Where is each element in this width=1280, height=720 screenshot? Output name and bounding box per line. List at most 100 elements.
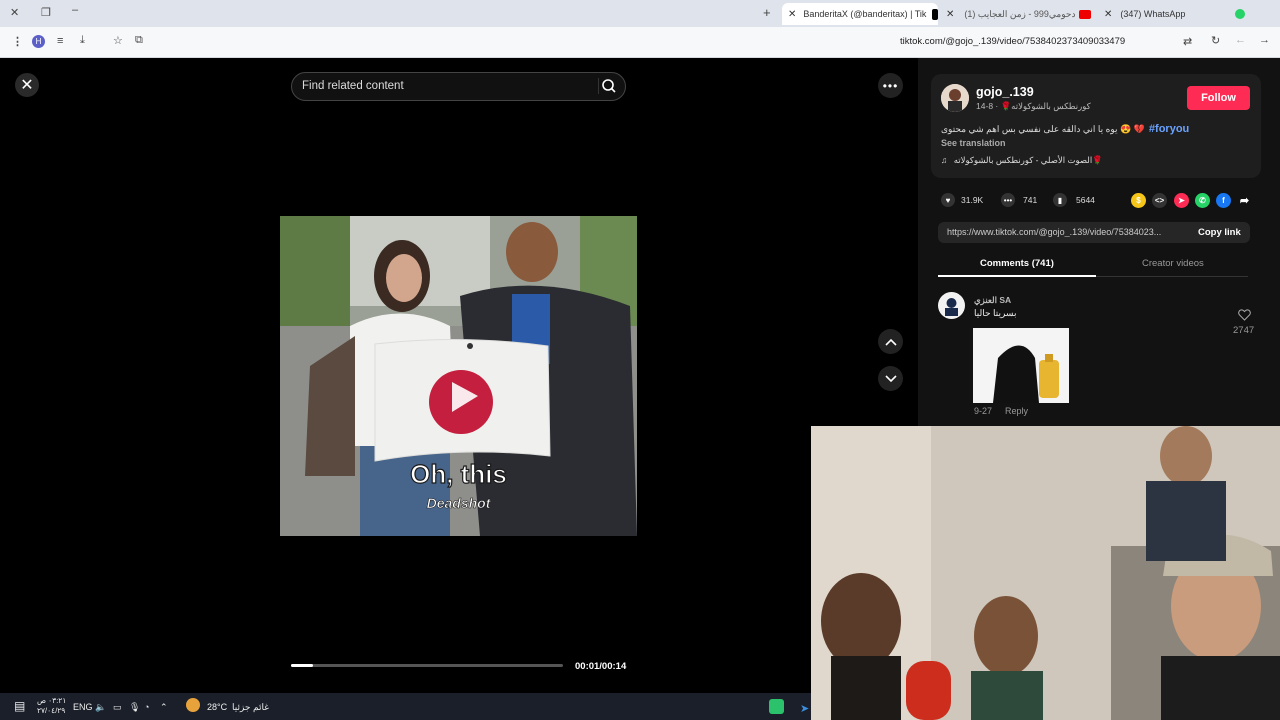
comment-author[interactable]: العنزي SA <box>974 295 1011 306</box>
profile-avatar-icon[interactable]: H <box>32 35 45 48</box>
follow-button[interactable]: Follow <box>1187 86 1250 110</box>
comment-text: بسريتا حاليا <box>974 308 1017 318</box>
search-placeholder: Find related content <box>302 80 404 92</box>
clock-date: ٢٧/٠٤/٢٩ <box>37 706 66 715</box>
download-icon[interactable]: ⤓ <box>80 34 85 47</box>
music-info[interactable]: ♫ الصوت الأصلي - كورنطكس بالشوكولاته🌹 <box>941 155 1103 166</box>
telegram-icon[interactable]: ➤ <box>800 702 809 715</box>
tab-creator-videos[interactable]: Creator videos <box>1142 258 1204 269</box>
close-video-button[interactable]: ✕ <box>15 73 39 97</box>
url-text[interactable]: tiktok.com/@gojo_.139/video/753840237340… <box>900 36 1125 47</box>
video-progress-fill <box>291 664 313 667</box>
description-text: يوه يا اني دالقه على نفسي بس اهم شي محتو… <box>941 124 1145 134</box>
search-icon[interactable] <box>598 76 618 96</box>
chevron-down-icon <box>884 374 897 382</box>
bookmark-icon: ▮ <box>1053 193 1067 207</box>
close-icon: ✕ <box>20 77 34 94</box>
more-options-button[interactable]: ••• <box>878 73 903 98</box>
menu-icon[interactable]: ⋮ <box>12 35 23 48</box>
video-caption-sub: Deadshot <box>426 495 491 512</box>
comment-date: 9-27 <box>974 406 993 416</box>
hashtag-link[interactable]: #foryou <box>1149 123 1189 135</box>
bookmark-star-icon[interactable]: ☆ <box>113 34 123 47</box>
video-caption-main: Oh, this <box>410 458 508 489</box>
tab-whatsapp[interactable]: ✕ (347) WhatsApp <box>1100 3 1260 25</box>
site-settings-icon[interactable]: ⇄ <box>1183 35 1192 48</box>
send-icon[interactable]: ➤ <box>1174 193 1189 208</box>
video-link-text[interactable]: https://www.tiktok.com/@gojo_.139/video/… <box>947 227 1185 237</box>
tab-youtube[interactable]: ✕ (1) دحومي999 - زمن العجايب <box>943 3 1093 25</box>
taskbar-app-icon[interactable] <box>769 699 784 714</box>
wifi-icon[interactable]: ◔ <box>144 702 149 712</box>
tab-label: (347) WhatsApp <box>1120 9 1186 19</box>
author-username[interactable]: gojo_.139 <box>976 85 1034 99</box>
tab-label: BanderitaX (@banderitax) | Tik <box>803 9 927 19</box>
whatsapp-favicon-icon <box>1235 9 1246 19</box>
taskbar-clock[interactable]: ٠٣:٢١ ص ٢٧/٠٤/٢٩ <box>37 696 66 716</box>
youtube-favicon-icon <box>1079 9 1092 19</box>
tab-label: (1) دحومي999 - زمن العجايب <box>964 8 1076 19</box>
back-icon[interactable]: → <box>1259 34 1270 46</box>
copy-link-button[interactable]: Copy link <box>1198 227 1241 238</box>
share-page-icon[interactable]: ⧉ <box>135 34 143 47</box>
window-restore-icon[interactable]: ❐ <box>41 6 51 19</box>
tab-close-icon[interactable]: ✕ <box>788 9 796 20</box>
comment-count: 741 <box>1023 195 1038 205</box>
network-icon[interactable]: ▭ <box>113 702 122 713</box>
like-count: 31.9K <box>961 195 984 205</box>
search-input[interactable]: Find related content <box>291 72 626 101</box>
whatsapp-icon[interactable]: ✆ <box>1195 193 1210 208</box>
like-stat[interactable]: ♥ 31.9K <box>941 193 983 207</box>
notification-icon[interactable]: ▤ <box>14 699 25 713</box>
music-note-icon: ♫ <box>941 155 948 165</box>
playlist-icon[interactable]: ≡ <box>57 35 63 47</box>
previous-video-button[interactable] <box>878 329 903 354</box>
comment-like-heart-icon[interactable] <box>1238 309 1251 321</box>
webcam-scene <box>811 426 1280 720</box>
clock-time: ٠٣:٢١ ص <box>37 696 67 705</box>
embed-icon[interactable]: <> <box>1152 193 1167 208</box>
coin-icon[interactable]: $ <box>1131 193 1146 208</box>
comment-like-count: 2747 <box>1233 325 1255 336</box>
active-tab-indicator <box>938 275 1096 277</box>
show-hidden-icons-icon[interactable]: ⌃ <box>160 702 168 713</box>
volume-icon[interactable]: 🔈 <box>95 702 106 713</box>
save-stat[interactable]: ▮ 5644 <box>1053 193 1095 207</box>
microphone-icon[interactable]: 🎙 <box>129 702 140 713</box>
video-player[interactable]: Oh, this Deadshot <box>280 216 637 536</box>
new-tab-icon[interactable]: + <box>763 5 771 20</box>
video-time: 00:01/00:14 <box>575 661 627 672</box>
browser-tab-bar: ✕ ❐ – + ✕ BanderitaX (@banderitax) | Tik… <box>0 0 1280 27</box>
save-count: 5644 <box>1076 195 1095 205</box>
comment-reply-button[interactable]: Reply <box>1005 406 1028 416</box>
forward-icon[interactable]: ← <box>1235 34 1246 46</box>
windows-taskbar <box>0 693 811 720</box>
video-description: يوه يا اني دالقه على نفسي بس اهم شي محتو… <box>941 123 1189 135</box>
more-icon: ••• <box>882 78 899 93</box>
see-translation-link[interactable]: See translation <box>941 138 1006 148</box>
chevron-up-icon <box>884 338 897 346</box>
tiktok-favicon-icon <box>932 8 938 20</box>
reload-icon[interactable]: ↻ <box>1211 34 1220 47</box>
language-indicator[interactable]: ENG <box>73 702 93 712</box>
comment-avatar[interactable] <box>938 292 965 319</box>
tab-close-icon[interactable]: ✕ <box>946 9 954 20</box>
author-avatar[interactable] <box>941 84 969 112</box>
next-video-button[interactable] <box>878 366 903 391</box>
tab-comments[interactable]: Comments (741) <box>980 258 1054 269</box>
weather-temp[interactable]: 28°C <box>207 702 227 712</box>
window-minimize-icon[interactable]: – <box>72 4 78 16</box>
comment-sticker-image[interactable] <box>973 328 1069 403</box>
weather-icon <box>186 698 200 712</box>
tab-banderitax[interactable]: ✕ BanderitaX (@banderitax) | Tik <box>782 3 938 25</box>
music-title: الصوت الأصلي - كورنطكس بالشوكولاته🌹 <box>953 155 1103 165</box>
comment-stat[interactable]: ••• 741 <box>1001 193 1037 207</box>
author-subline: كورنطكس بالشوكولاته🌹 · 8-14 <box>976 101 1091 111</box>
tab-close-icon[interactable]: ✕ <box>1104 9 1112 20</box>
facebook-icon[interactable]: f <box>1216 193 1231 208</box>
video-progress-bar[interactable] <box>291 664 563 667</box>
share-arrow-icon[interactable]: ➦ <box>1237 193 1252 208</box>
heart-icon: ♥ <box>941 193 955 207</box>
window-close-icon[interactable]: ✕ <box>10 6 19 19</box>
weather-label[interactable]: غائم جزئيا <box>232 702 269 713</box>
